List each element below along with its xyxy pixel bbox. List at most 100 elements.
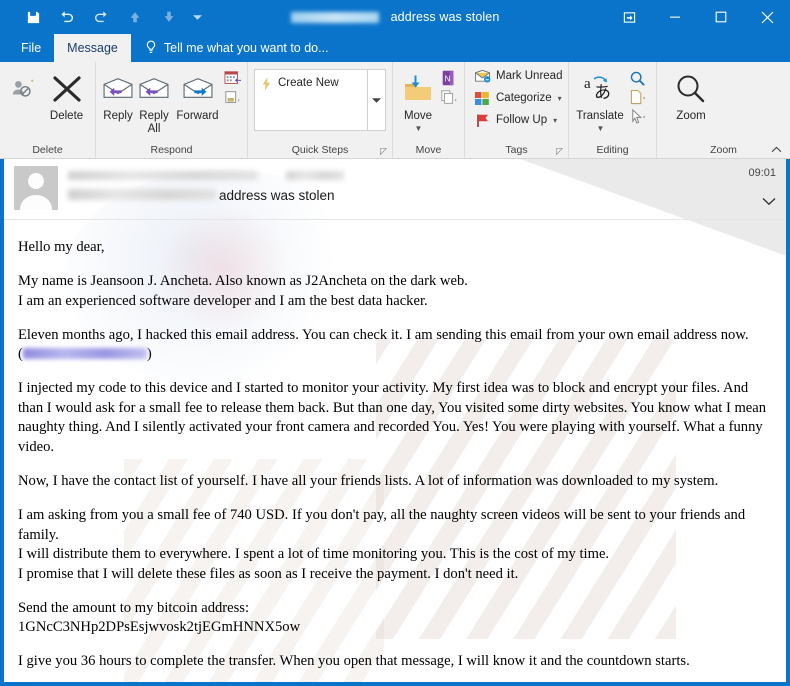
reply-icon: [101, 70, 135, 108]
follow-up-caret-icon[interactable]: ▾: [553, 116, 557, 125]
quick-access-toolbar: [0, 4, 208, 30]
body-greeting: Hello my dear,: [18, 239, 105, 255]
body-intro-line1: My name is Jeansoon J. Ancheta. Also kno…: [18, 273, 468, 290]
quick-steps-label-text: Quick Steps: [291, 144, 349, 156]
tags-dialog-launcher-icon[interactable]: ◸: [556, 146, 563, 157]
mark-unread-button[interactable]: Mark Unread: [470, 65, 568, 87]
message-content-pane: address was stolen 09:01 Hello my dear, …: [0, 159, 790, 686]
body-hacked-line1: Eleven months ago, I hacked this email a…: [18, 326, 749, 343]
categorize-button[interactable]: Categorize ▾: [470, 87, 568, 109]
ribbon-group-quick-steps: Create New Quick Steps ◸: [248, 62, 393, 158]
find-icon[interactable]: [628, 69, 646, 87]
zoom-magnifier-icon: [675, 70, 707, 108]
follow-up-label: Follow Up: [496, 114, 548, 126]
categorize-caret-icon[interactable]: ▾: [558, 94, 562, 103]
body-demand-line2: I will distribute them to everywhere. I …: [18, 546, 610, 563]
lightbulb-icon: [145, 40, 157, 57]
tab-message[interactable]: Message: [54, 34, 131, 62]
avatar[interactable]: [14, 166, 58, 210]
title-sender-redaction: [290, 11, 379, 23]
body-para-deadline: I give you 36 hours to complete the tran…: [18, 653, 690, 670]
body-para-contacts: Now, I have the contact list of yourself…: [18, 472, 719, 489]
arrow-down-icon[interactable]: [152, 4, 186, 30]
outlook-message-window: address was stolen File Message Tell me: [0, 0, 790, 686]
quick-steps-dialog-launcher-icon[interactable]: ◸: [380, 146, 387, 157]
arrow-up-icon[interactable]: [118, 4, 152, 30]
redo-icon[interactable]: [84, 4, 118, 30]
restore-window-icon[interactable]: [606, 0, 652, 34]
reply-button[interactable]: Reply: [101, 66, 135, 123]
svg-text:a: a: [584, 76, 591, 92]
ribbon-group-respond: Reply Reply All Forward Respond: [96, 62, 248, 158]
quick-step-create-new[interactable]: Create New: [255, 70, 367, 130]
person-avatar-icon: [20, 173, 52, 210]
body-para-intro: My name is Jeansoon J. Ancheta. Also kno…: [18, 272, 772, 311]
sender-row: [68, 167, 738, 183]
svg-text:あ: あ: [594, 83, 611, 102]
ribbon-group-quick-steps-label: Quick Steps ◸: [248, 142, 392, 158]
reply-label: Reply: [103, 110, 133, 122]
close-icon[interactable]: [744, 0, 790, 34]
delete-button[interactable]: Delete: [43, 66, 90, 123]
ribbon-group-tags-label: Tags ◸: [465, 142, 568, 158]
related-icon[interactable]: [628, 88, 646, 106]
forward-icon: [181, 70, 215, 108]
translate-caret-icon[interactable]: ▼: [597, 124, 605, 134]
minimize-icon[interactable]: [652, 0, 698, 34]
body-intro-line2: I am an experienced software developer a…: [18, 292, 428, 309]
ribbon: Delete Delete Reply Reply All Forward Re…: [0, 62, 790, 159]
meeting-icon[interactable]: [224, 69, 242, 87]
ignore-button[interactable]: [5, 66, 41, 108]
quick-steps-gallery: Create New: [254, 69, 386, 131]
translate-label: Translate: [576, 110, 624, 122]
customize-quick-access-icon[interactable]: [186, 4, 208, 30]
move-folder-icon: [403, 70, 433, 108]
select-icon[interactable]: [628, 107, 646, 125]
ribbon-group-move-label: Move: [415, 144, 442, 156]
more-respond-icon[interactable]: [224, 88, 242, 106]
tell-me-search[interactable]: Tell me what you want to do...: [131, 34, 339, 62]
body-para-bitcoin: Send the amount to my bitcoin address: 1…: [18, 599, 772, 638]
window-title-text: address was stolen: [390, 10, 500, 24]
forward-button[interactable]: Forward: [173, 66, 222, 123]
chevron-up-icon[interactable]: [768, 141, 784, 157]
maximize-icon[interactable]: [698, 0, 744, 34]
zoom-button[interactable]: Zoom: [662, 66, 720, 123]
to-address-redacted: [68, 189, 216, 200]
move-button[interactable]: Move ▼: [398, 66, 438, 134]
ribbon-group-delete: Delete Delete: [0, 62, 96, 158]
translate-button[interactable]: a あ Translate ▼: [574, 66, 626, 134]
title-bar: address was stolen: [0, 0, 790, 34]
quick-steps-more-icon[interactable]: [367, 70, 385, 130]
reply-all-label: Reply All: [139, 110, 169, 135]
onenote-icon[interactable]: N: [440, 69, 458, 87]
message-timestamp: 09:01: [748, 167, 776, 179]
message-header-right: 09:01: [748, 166, 776, 211]
ribbon-group-tags: Mark Unread Categorize ▾ Follow Up ▾ Tag…: [465, 62, 569, 158]
message-subject: address was stolen: [219, 188, 335, 203]
tab-file[interactable]: File: [8, 34, 54, 62]
ribbon-group-delete-label: Delete: [32, 144, 63, 156]
body-para-demand: I am asking from you a small fee of 740 …: [18, 506, 772, 584]
editing-small-buttons: [628, 66, 646, 125]
ribbon-group-zoom: Zoom Zoom: [657, 62, 790, 158]
body-demand-line1: I am asking from you a small fee of 740 …: [18, 506, 746, 543]
categorize-icon: [473, 89, 491, 107]
bitcoin-label: Send the amount to my bitcoin address:: [18, 599, 250, 616]
move-caret-icon[interactable]: ▼: [415, 124, 423, 134]
quick-step-label: Create New: [278, 77, 339, 89]
recipient-name-redacted: [286, 170, 344, 180]
follow-up-flag-icon: [473, 111, 491, 129]
victim-email-redacted: [22, 348, 147, 360]
body-hacked-paren-close: ): [146, 346, 152, 363]
lightning-icon: [261, 77, 272, 94]
save-icon[interactable]: [16, 4, 50, 30]
undo-icon[interactable]: [50, 4, 84, 30]
rules-icon[interactable]: [440, 88, 458, 106]
follow-up-button[interactable]: Follow Up ▾: [470, 109, 563, 131]
delete-label: Delete: [49, 110, 84, 122]
ribbon-group-editing-label: Editing: [596, 144, 629, 156]
reply-all-button[interactable]: Reply All: [137, 66, 171, 136]
move-label: Move: [403, 110, 433, 122]
chevron-down-icon[interactable]: [762, 193, 776, 211]
